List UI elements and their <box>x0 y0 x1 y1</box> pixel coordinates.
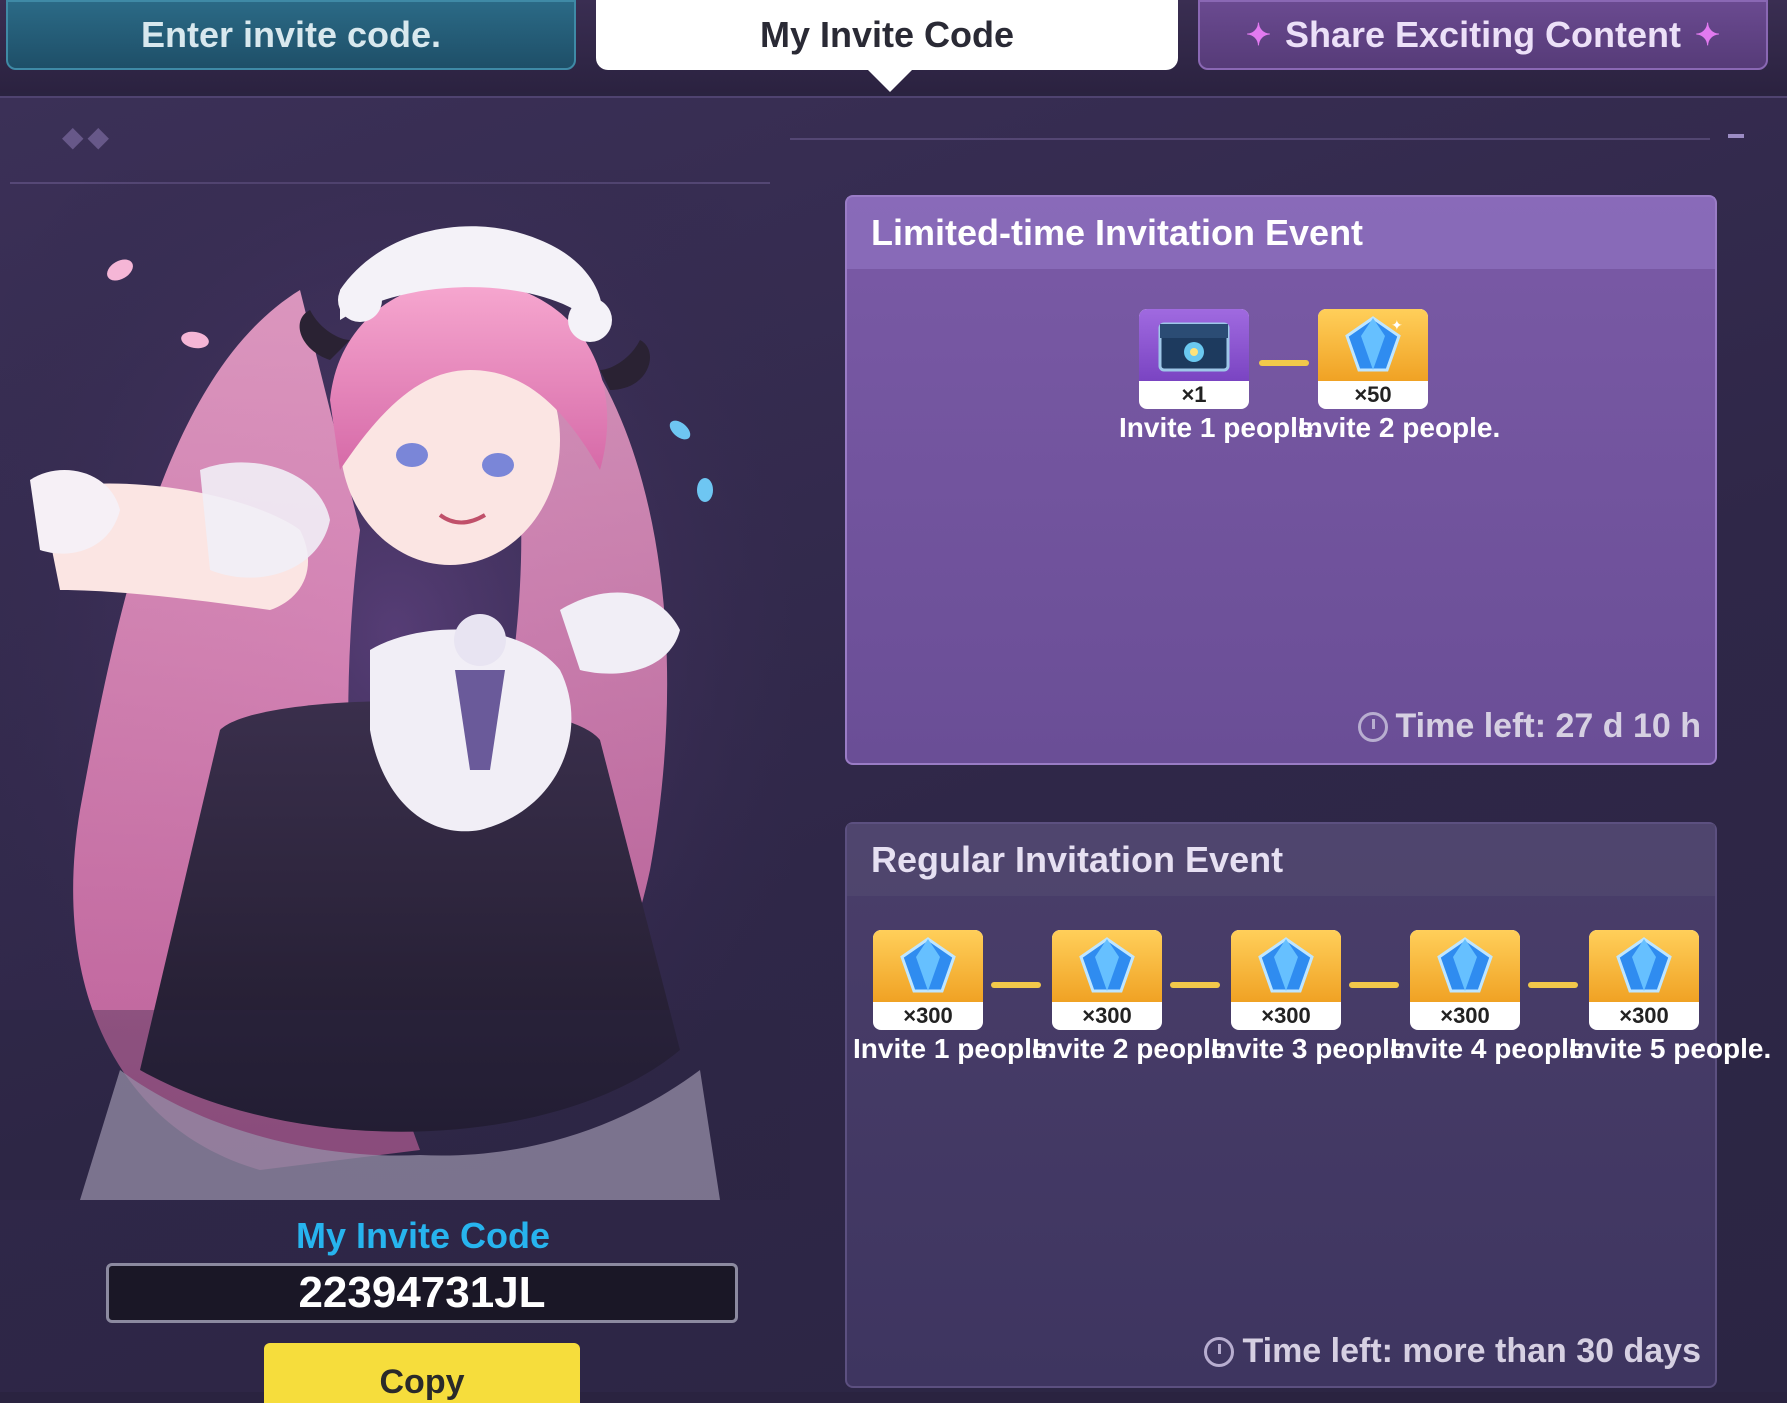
decorative-line <box>790 138 1710 140</box>
invite-code-value: 22394731JL <box>298 1268 546 1317</box>
reward-tile: ×300 <box>1231 930 1341 1030</box>
reward-label: Invite 2 people. <box>1032 1033 1235 1064</box>
crystal-icon: ✦ <box>1318 309 1428 381</box>
tab-label: My Invite Code <box>759 14 1015 55</box>
reward-item[interactable]: ×300 Invite 1 people. <box>853 930 1055 1066</box>
reward-label: Invite 1 people. <box>853 1033 1056 1064</box>
tab-label: Share Exciting Content <box>1284 14 1682 55</box>
crystal-icon <box>873 930 983 1002</box>
active-tab-pointer <box>866 68 914 92</box>
decorative-diamonds-icon: ◆◆ <box>62 121 114 152</box>
reward-label: Invite 2 people. <box>1298 412 1501 443</box>
reward-tile: ×300 <box>873 930 983 1030</box>
time-left-text: Time left: more than 30 days <box>1242 1332 1701 1370</box>
tab-label: Enter invite code. <box>140 14 442 55</box>
copy-button[interactable]: Copy <box>264 1343 580 1403</box>
reward-tile: ×300 <box>1410 930 1520 1030</box>
tab-my-invite-code[interactable]: My Invite Code <box>596 0 1178 70</box>
clock-icon <box>1357 711 1388 742</box>
reward-label: Invite 3 people. <box>1211 1033 1414 1064</box>
reward-tile: ✦ ×50 <box>1318 309 1428 409</box>
time-left: Time left: 27 d 10 h <box>1357 707 1701 746</box>
reward-quantity: ×300 <box>903 1003 953 1028</box>
limited-time-event-card: Limited-time Invitation Event ×1 Invite … <box>845 195 1717 765</box>
chest-icon <box>1139 309 1249 381</box>
reward-item[interactable]: ×300 Invite 3 people. <box>1211 930 1413 1066</box>
tab-enter-invite-code[interactable]: Enter invite code. <box>6 0 576 70</box>
copy-button-label: Copy <box>379 1363 465 1401</box>
reward-item[interactable]: ✦ ×50 Invite 2 people. <box>1298 309 1500 445</box>
my-invite-code-label: My Invite Code <box>295 1215 551 1256</box>
reward-item[interactable]: ×300 Invite 4 people. <box>1390 930 1592 1066</box>
time-left: Time left: more than 30 days <box>1204 1332 1701 1371</box>
reward-connector <box>1528 982 1578 988</box>
reward-item[interactable]: ×300 Invite 2 people. <box>1032 930 1234 1066</box>
tab-share-exciting-content[interactable]: ✦ Share Exciting Content ✦ <box>1198 0 1768 70</box>
reward-quantity: ×300 <box>1440 1003 1490 1028</box>
sparkle-icon: ✦ <box>1695 18 1721 52</box>
regular-event-card: Regular Invitation Event ×300 Invite 1 p… <box>845 822 1771 1388</box>
reward-quantity: ×50 <box>1354 382 1392 407</box>
crystal-icon <box>1231 930 1341 1002</box>
reward-connector <box>991 982 1041 988</box>
sparkle-icon: ✦ <box>1245 18 1271 52</box>
tab-bar: Enter invite code. My Invite Code ✦ Shar… <box>0 0 1787 92</box>
reward-connector <box>1259 360 1309 366</box>
reward-tile: ×300 <box>1589 930 1699 1030</box>
clock-icon <box>1204 1336 1235 1367</box>
reward-label: Invite 4 people. <box>1390 1033 1593 1064</box>
svg-text:✦: ✦ <box>1391 317 1403 333</box>
reward-item[interactable]: ×1 Invite 1 people. <box>1119 309 1321 445</box>
crystal-icon <box>1410 930 1520 1002</box>
reward-connector <box>1170 982 1220 988</box>
reward-quantity: ×1 <box>1181 382 1207 407</box>
reward-quantity: ×300 <box>1619 1003 1669 1028</box>
reward-tile: ×300 <box>1052 930 1162 1030</box>
reward-label: Invite 5 people. <box>1569 1033 1772 1064</box>
reward-label: Invite 1 people. <box>1119 412 1322 443</box>
reward-quantity: ×300 <box>1261 1003 1311 1028</box>
reward-quantity: ×300 <box>1082 1003 1132 1028</box>
crystal-icon <box>1589 930 1699 1002</box>
reward-tile: ×1 <box>1139 309 1249 409</box>
invite-code-field: 22394731JL <box>106 1263 738 1323</box>
time-left-text: Time left: 27 d 10 h <box>1395 707 1701 745</box>
reward-item[interactable]: ×300 Invite 5 people. <box>1569 930 1771 1066</box>
card-title: Regular Invitation Event <box>847 824 1715 896</box>
minimize-icon[interactable] <box>1728 134 1744 138</box>
reward-connector <box>1349 982 1399 988</box>
card-title: Limited-time Invitation Event <box>847 197 1715 269</box>
character-illustration <box>0 170 790 1200</box>
crystal-icon <box>1052 930 1162 1002</box>
